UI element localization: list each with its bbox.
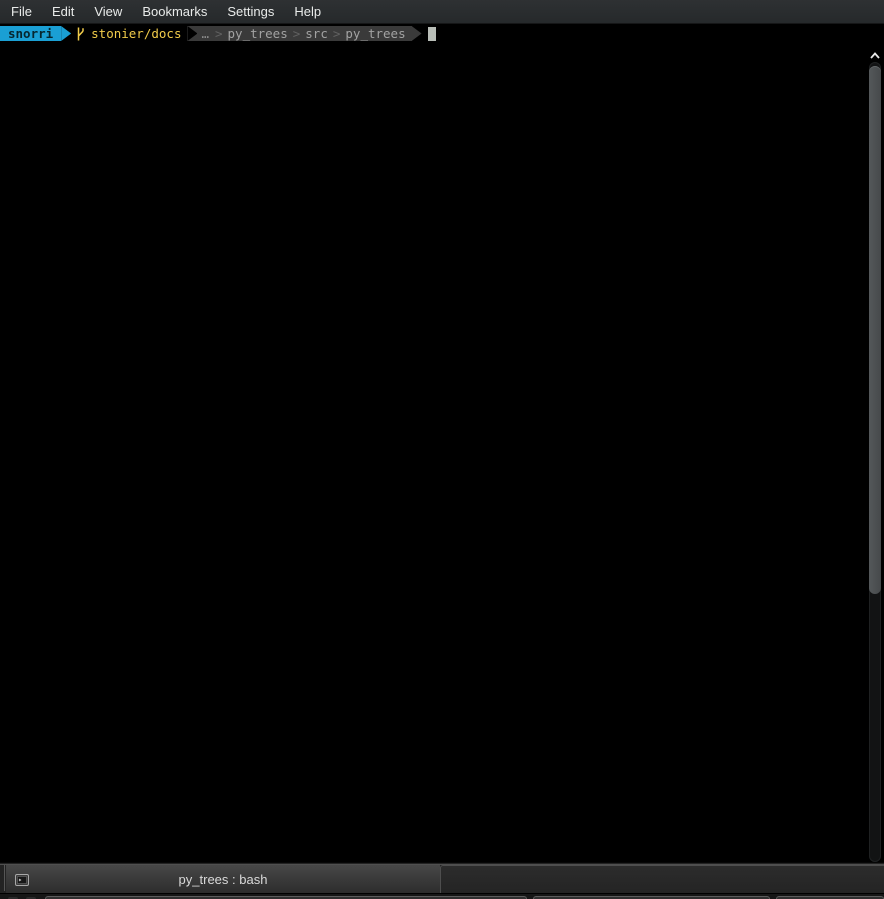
menu-edit[interactable]: Edit [42,0,84,24]
menu-view[interactable]: View [84,0,132,24]
scroll-up-icon[interactable] [868,50,882,61]
tab-title: py_trees : bash [179,872,268,887]
tab-bar: py_trees : bash [0,862,884,893]
terminal-window: File Edit View Bookmarks Settings Help s… [0,0,884,899]
menu-bar: File Edit View Bookmarks Settings Help [0,0,884,24]
prompt-git-path: stonier/docs [91,26,181,41]
prompt-git-segment: stonier/docs [71,26,187,41]
menu-bookmarks[interactable]: Bookmarks [132,0,217,24]
powerline-arrow-icon [187,26,197,41]
path-crumb: py_trees [345,26,405,41]
terminal-display[interactable]: snorri stonier/docs … > py_trees > src >… [0,24,884,862]
powerline-arrow-icon [412,26,422,41]
shell-prompt: snorri stonier/docs … > py_trees > src >… [0,26,436,41]
prompt-path-segment: … > py_trees > src > py_trees [187,26,411,41]
scrollbar[interactable] [866,48,884,862]
chevron-right-icon: > [210,26,228,41]
chevron-right-icon: > [328,26,346,41]
menu-file[interactable]: File [1,0,42,24]
terminal-icon [13,871,31,889]
terminal-cursor [428,27,436,41]
chevron-right-icon: > [288,26,306,41]
menu-settings[interactable]: Settings [217,0,284,24]
taskbar-sliver [0,893,884,899]
powerline-arrow-icon [61,26,71,41]
git-branch-icon [76,27,85,41]
tab-py-trees-bash[interactable]: py_trees : bash [6,865,440,894]
path-crumb: src [305,26,328,41]
menu-help[interactable]: Help [284,0,331,24]
tabbar-left-edge [4,865,5,891]
prompt-hostname: snorri [0,26,61,41]
scrollbar-thumb[interactable] [869,66,881,594]
tabbar-empty-area[interactable] [440,865,884,894]
path-ellipsis: … [201,26,210,41]
path-crumb: py_trees [228,26,288,41]
